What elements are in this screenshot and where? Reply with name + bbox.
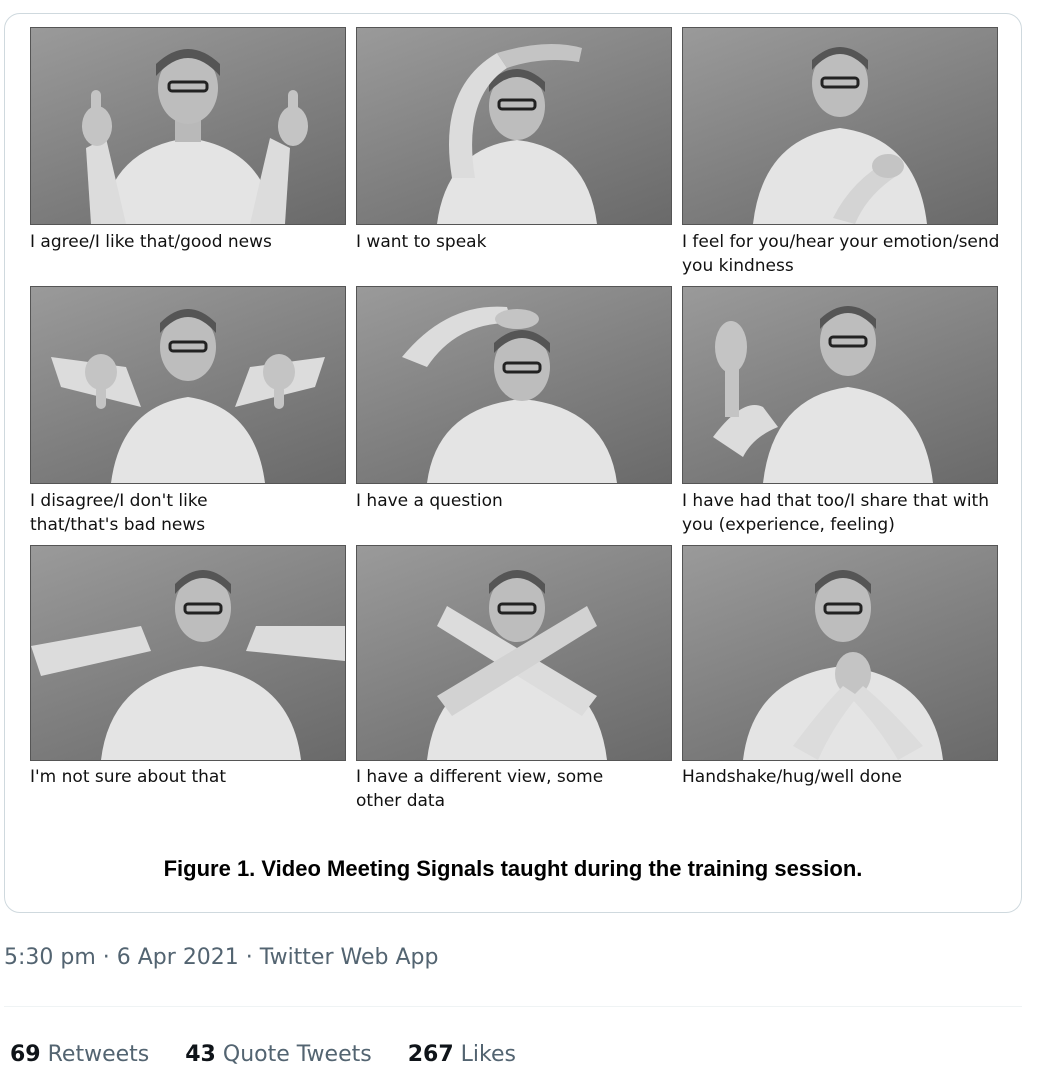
caption-feel-for-you: I feel for you/hear your emotion/send yo… bbox=[682, 232, 1000, 276]
photo-hand-on-heart bbox=[682, 27, 998, 225]
photo-thumbs-up bbox=[30, 27, 346, 225]
caption-different-view: I have a different view, some other data bbox=[356, 767, 604, 811]
photo-different-view bbox=[356, 545, 672, 761]
figure-title: Figure 1. Video Meeting Signals taught d… bbox=[163, 856, 863, 881]
quote-tweets-count: 43 bbox=[185, 1042, 216, 1067]
retweets-label: Retweets bbox=[47, 1042, 150, 1067]
divider bbox=[4, 1006, 1022, 1007]
caption-agree: I agree/I like that/good news bbox=[30, 232, 272, 252]
tweet-timestamp[interactable]: 5:30 pm · 6 Apr 2021 · Twitter Web App bbox=[4, 945, 438, 970]
tweet-stats: 69 Retweets 43 Quote Tweets 267 Likes bbox=[10, 1042, 516, 1067]
caption-share-experience: I have had that too/I share that with yo… bbox=[682, 491, 989, 535]
likes-label: Likes bbox=[460, 1042, 516, 1067]
caption-question: I have a question bbox=[356, 491, 503, 511]
caption-disagree: I disagree/I don't like that/that's bad … bbox=[30, 491, 208, 535]
caption-handshake: Handshake/hug/well done bbox=[682, 767, 902, 787]
photo-not-sure bbox=[30, 545, 346, 761]
retweets-count: 69 bbox=[10, 1042, 41, 1067]
quote-tweets-stat[interactable]: 43 Quote Tweets bbox=[185, 1042, 371, 1067]
likes-count: 267 bbox=[407, 1042, 454, 1067]
retweets-stat[interactable]: 69 Retweets bbox=[10, 1042, 149, 1067]
caption-not-sure: I'm not sure about that bbox=[30, 767, 226, 787]
caption-want-to-speak: I want to speak bbox=[356, 232, 487, 252]
photo-thumbs-down bbox=[30, 286, 346, 484]
quote-tweets-label: Quote Tweets bbox=[222, 1042, 372, 1067]
tweet-media-card[interactable]: I agree/I like that/good news I want to … bbox=[4, 13, 1022, 913]
photo-question bbox=[356, 286, 672, 484]
photo-share-experience bbox=[682, 286, 998, 484]
likes-stat[interactable]: 267 Likes bbox=[408, 1042, 516, 1067]
photo-want-to-speak bbox=[356, 27, 672, 225]
photo-handshake bbox=[682, 545, 998, 761]
